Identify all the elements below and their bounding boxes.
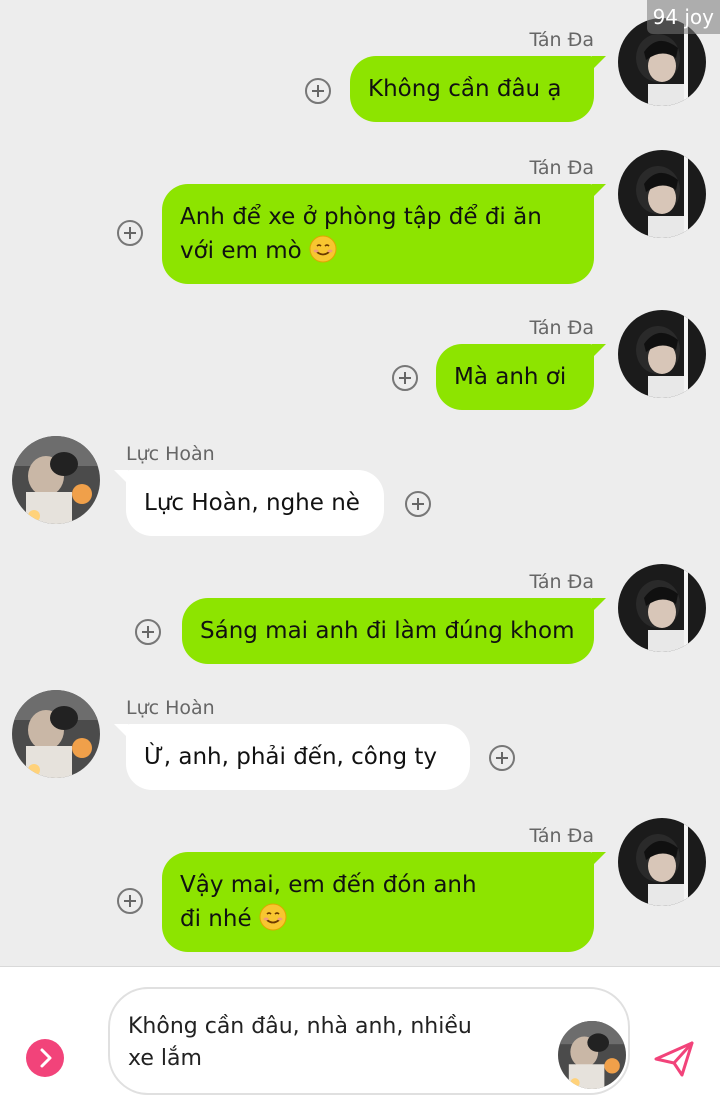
avatar[interactable] [618, 310, 706, 398]
message-row: Tán Đa Sáng mai anh đi làm đúng khom [0, 564, 720, 670]
sender-name: Lực Hoàn [126, 443, 215, 465]
avatar[interactable] [618, 564, 706, 652]
message-text: Anh để xe ở phòng tập để đi ăn [180, 204, 542, 230]
avatar[interactable] [558, 1021, 626, 1089]
sender-name: Tán Đa [529, 317, 594, 339]
message-row: Tán Đa Mà anh ơi [0, 310, 720, 416]
plus-circle-icon[interactable] [305, 78, 331, 104]
sender-name: Tán Đa [529, 571, 594, 593]
message-bubble[interactable]: Lực Hoàn, nghe nè [114, 470, 384, 536]
avatar[interactable] [12, 690, 100, 778]
sender-name: Lực Hoàn [126, 697, 215, 719]
message-text: Sáng mai anh đi làm đúng khom [200, 618, 575, 644]
avatar[interactable] [12, 436, 100, 524]
plus-circle-icon[interactable] [135, 619, 161, 645]
chat-screen: Tán Đa Không cần đâu ạ Tán Đa Anh để xe … [0, 0, 720, 1111]
message-bubble[interactable]: Vậy mai, em đến đón anh đi nhé [162, 852, 606, 952]
message-composer: Không cần đâu, nhà anh, nhiều xe lắm [0, 966, 720, 1111]
avatar[interactable] [618, 818, 706, 906]
message-text: Mà anh ơi [454, 364, 567, 390]
message-text: đi nhé [180, 906, 252, 932]
message-bubble[interactable]: Mà anh ơi [436, 344, 606, 410]
plus-circle-icon[interactable] [117, 220, 143, 246]
message-text: Không cần đâu ạ [368, 76, 562, 102]
paper-plane-icon[interactable] [652, 1037, 696, 1081]
message-bubble[interactable]: Không cần đâu ạ [350, 56, 606, 122]
chevron-right-icon [40, 1048, 52, 1068]
watermark: 94 joy [646, 0, 720, 34]
smiling-face-icon [309, 235, 337, 263]
message-row: Tán Đa Vậy mai, em đến đón anh đi nhé [0, 818, 720, 954]
sender-name: Tán Đa [529, 825, 594, 847]
smiling-face-icon [259, 903, 287, 931]
message-bubble[interactable]: Ừ, anh, phải đến, công ty [114, 724, 470, 790]
avatar[interactable] [618, 150, 706, 238]
message-row: Lực Hoàn Lực Hoàn, nghe nè [0, 436, 720, 542]
message-input[interactable]: Không cần đâu, nhà anh, nhiều xe lắm [108, 987, 630, 1095]
message-row: Tán Đa Anh để xe ở phòng tập để đi ăn vớ… [0, 150, 720, 286]
message-row: Lực Hoàn Ừ, anh, phải đến, công ty [0, 690, 720, 796]
message-bubble[interactable]: Anh để xe ở phòng tập để đi ăn với em mò [162, 184, 606, 284]
sender-name: Tán Đa [529, 29, 594, 51]
message-text: Ừ, anh, phải đến, công ty [144, 744, 437, 770]
message-text: Lực Hoàn, nghe nè [144, 490, 360, 516]
message-row: Tán Đa Không cần đâu ạ [0, 18, 720, 138]
plus-circle-icon[interactable] [405, 491, 431, 517]
plus-circle-icon[interactable] [117, 888, 143, 914]
message-text: với em mò [180, 238, 302, 264]
message-input-text[interactable]: Không cần đâu, nhà anh, nhiều xe lắm [128, 1011, 538, 1075]
plus-circle-icon[interactable] [489, 745, 515, 771]
message-bubble[interactable]: Sáng mai anh đi làm đúng khom [182, 598, 606, 664]
expand-button[interactable] [26, 1039, 64, 1077]
message-text: Vậy mai, em đến đón anh [180, 872, 477, 898]
message-list[interactable]: Tán Đa Không cần đâu ạ Tán Đa Anh để xe … [0, 0, 720, 966]
sender-name: Tán Đa [529, 157, 594, 179]
plus-circle-icon[interactable] [392, 365, 418, 391]
